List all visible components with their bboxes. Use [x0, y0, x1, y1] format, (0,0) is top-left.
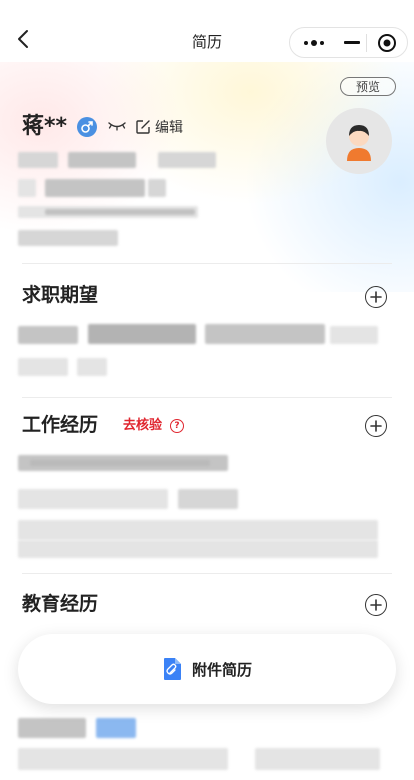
edit-label: 编辑 [155, 120, 183, 136]
verify-link[interactable]: 去核验 [123, 417, 162, 435]
add-education-button[interactable] [365, 594, 387, 616]
candidate-name: 蒋** [22, 114, 68, 139]
question-circle-icon[interactable]: ? [170, 419, 184, 433]
avatar[interactable] [326, 108, 392, 174]
minimize-button[interactable] [338, 28, 367, 57]
add-job-expectation-button[interactable] [365, 286, 387, 308]
avatar-icon [347, 125, 371, 161]
section-title-work-experience: 工作经历 [22, 414, 99, 436]
resume-page: 简历 预览 蒋** 编辑 求职期望 工作经历 去核验 ? 教育经历 附件简历 [0, 0, 414, 780]
male-icon [77, 117, 97, 137]
plus-circle-icon [370, 291, 382, 303]
close-button[interactable] [367, 28, 407, 57]
divider [22, 263, 392, 264]
attachment-resume-label: 附件简历 [191, 660, 252, 679]
eye-closed-icon[interactable] [107, 119, 127, 133]
divider [22, 573, 392, 574]
edit-button[interactable]: 编辑 [135, 117, 183, 137]
section-title-job-expectation: 求职期望 [22, 284, 99, 306]
edit-icon [136, 120, 150, 134]
plus-circle-icon [370, 420, 382, 432]
divider [22, 397, 392, 398]
preview-button[interactable]: 预览 [340, 77, 396, 96]
header-gradient [0, 62, 414, 292]
record-circle-icon [378, 33, 397, 52]
section-title-education: 教育经历 [22, 593, 99, 615]
more-dots-icon [303, 39, 324, 46]
attachment-resume-button[interactable]: 附件简历 [18, 634, 396, 704]
nav-bar: 简历 [0, 0, 414, 62]
more-button[interactable] [290, 28, 338, 57]
add-work-experience-button[interactable] [365, 415, 387, 437]
plus-circle-icon [370, 599, 382, 611]
mini-program-capsule [289, 27, 408, 58]
minimize-icon [343, 40, 360, 44]
paperclip-file-icon [163, 658, 181, 680]
